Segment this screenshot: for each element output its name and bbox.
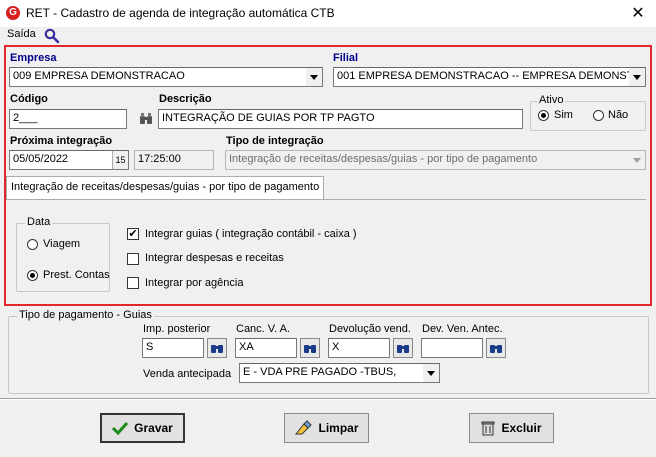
canc-va-label: Canc. V. A.	[236, 323, 291, 335]
chevron-down-icon[interactable]	[423, 364, 439, 382]
viagem-label: Viagem	[43, 238, 81, 250]
window-title: RET - Cadastro de agenda de integração a…	[26, 6, 335, 20]
calendar-icon[interactable]: 15	[112, 151, 128, 169]
tipo-integracao-value: Integração de receitas/despesas/guias - …	[229, 153, 538, 165]
devolucao-label: Devolução vend.	[329, 323, 411, 335]
filial-value: 001 EMPRESA DEMONSTRACAO -- EMPRESA DEMO…	[337, 70, 641, 82]
app-logo-icon: G	[6, 6, 20, 20]
descricao-input[interactable]: INTEGRAÇÃO DE GUIAS POR TP PAGTO	[158, 109, 523, 129]
menu-saida[interactable]: Saída	[7, 28, 36, 40]
ativo-sim-label: Sim	[554, 109, 573, 121]
binoculars-icon[interactable]	[139, 113, 153, 128]
canc-va-input[interactable]: XA	[235, 338, 297, 358]
venda-antecipada-select[interactable]: E - VDA PRE PAGADO -TBUS,	[239, 363, 440, 383]
integrar-agencia-label: Integrar por agência	[145, 277, 244, 289]
integrar-despesas-checkbox[interactable]	[127, 253, 139, 265]
prest-contas-label: Prest. Contas	[43, 269, 110, 281]
close-icon[interactable]: ✕	[628, 3, 648, 23]
venda-antecipada-value: E - VDA PRE PAGADO -TBUS,	[243, 366, 397, 378]
trash-icon	[481, 421, 495, 436]
gravar-button[interactable]: Gravar	[100, 413, 185, 443]
ativo-legend: Ativo	[537, 94, 566, 106]
ativo-sim-radio[interactable]	[538, 110, 549, 121]
integrar-guias-checkbox[interactable]: ✔	[127, 228, 139, 240]
imp-posterior-input[interactable]: S	[142, 338, 204, 358]
integrar-despesas-label: Integrar despesas e receitas	[145, 252, 284, 264]
dev-ven-antec-label: Dev. Ven. Antec.	[422, 323, 503, 335]
title-bar: G RET - Cadastro de agenda de integração…	[0, 0, 656, 27]
viagem-radio[interactable]	[27, 239, 38, 250]
filial-label: Filial	[333, 52, 359, 64]
integrar-guias-label: Integrar guias ( integração contábil - c…	[145, 228, 357, 240]
limpar-button[interactable]: Limpar	[284, 413, 369, 443]
data-legend: Data	[25, 216, 53, 228]
venda-antecipada-label: Venda antecipada	[143, 368, 232, 380]
binoculars-icon[interactable]	[300, 338, 320, 358]
binoculars-icon[interactable]	[393, 338, 413, 358]
data-group	[16, 223, 110, 292]
eraser-icon	[295, 420, 313, 435]
tipo-integracao-select: Integração de receitas/despesas/guias - …	[225, 150, 646, 170]
excluir-label: Excluir	[501, 421, 542, 435]
codigo-label: Código	[10, 93, 48, 105]
devolucao-input[interactable]: X	[328, 338, 390, 358]
tab-integracao[interactable]: Integração de receitas/despesas/guias - …	[6, 176, 325, 199]
filial-select[interactable]: 001 EMPRESA DEMONSTRACAO -- EMPRESA DEMO…	[333, 67, 646, 87]
proxima-time-input: 17:25:00	[134, 150, 214, 170]
ativo-nao-radio[interactable]	[593, 110, 604, 121]
menu-bar: Saída	[0, 27, 656, 45]
gravar-label: Gravar	[134, 421, 173, 435]
limpar-label: Limpar	[318, 421, 359, 435]
descricao-label: Descrição	[159, 93, 212, 105]
codigo-input[interactable]: 2___	[9, 109, 127, 129]
tipo-integracao-label: Tipo de integração	[226, 135, 324, 147]
empresa-select[interactable]: 009 EMPRESA DEMONSTRACAO	[9, 67, 323, 87]
chevron-down-icon[interactable]	[306, 68, 322, 86]
chevron-down-icon	[629, 151, 645, 169]
empresa-value: 009 EMPRESA DEMONSTRACAO	[13, 70, 185, 82]
dev-ven-antec-input[interactable]	[421, 338, 483, 358]
proxima-date-value: 05/05/2022	[13, 153, 69, 165]
binoculars-icon[interactable]	[486, 338, 506, 358]
excluir-button[interactable]: Excluir	[469, 413, 554, 443]
divider	[0, 398, 656, 400]
prest-contas-radio[interactable]	[27, 270, 38, 281]
chevron-down-icon[interactable]	[629, 68, 645, 86]
empresa-label: Empresa	[10, 52, 57, 64]
integrar-agencia-checkbox[interactable]	[127, 277, 139, 289]
proxima-label: Próxima integração	[10, 135, 113, 147]
proxima-date-input[interactable]: 05/05/2022 15	[9, 150, 129, 170]
checkmark-icon	[112, 421, 129, 435]
tipo-pagamento-legend: Tipo de pagamento - Guias	[17, 309, 154, 321]
binoculars-icon[interactable]	[207, 338, 227, 358]
imp-posterior-label: Imp. posterior	[143, 323, 211, 335]
ativo-nao-label: Não	[608, 109, 629, 121]
